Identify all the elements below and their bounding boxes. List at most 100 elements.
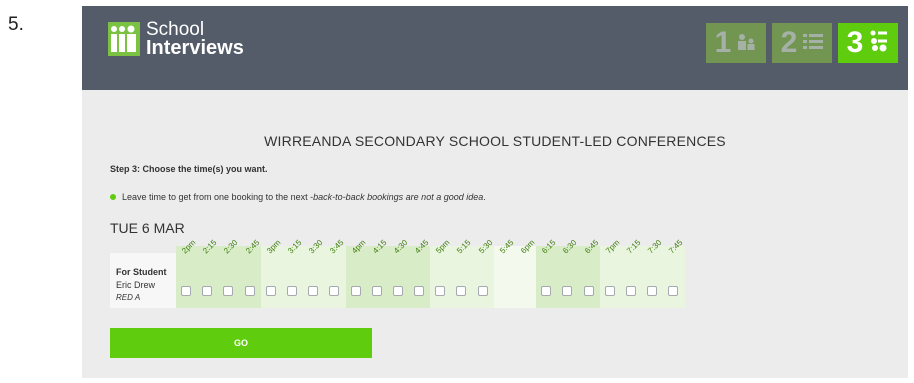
page-title: WIRREANDA SECONDARY SCHOOL STUDENT-LED C… (264, 133, 726, 149)
time-slot-column: 5:15 (451, 238, 473, 308)
time-slot-label: 6:15 (540, 237, 558, 256)
time-slot-checkbox[interactable] (477, 286, 488, 296)
time-slot-column: 7:30 (642, 238, 664, 308)
time-slot-checkbox[interactable] (181, 286, 191, 296)
brand-line2: Interviews (146, 37, 244, 59)
step-3-button[interactable]: 3 (838, 23, 898, 63)
time-slot-grid: For Student Eric Drew RED A 2pm 2:15 2:30 2… (110, 238, 700, 308)
time-slot-checkbox[interactable] (604, 286, 615, 296)
step-2-number: 2 (780, 26, 798, 59)
time-slot-checkbox[interactable] (223, 286, 234, 296)
step-1-button[interactable]: 1 (706, 23, 766, 63)
time-slot-column: 2:30 (218, 238, 240, 308)
time-slot-checkbox[interactable] (625, 286, 636, 296)
time-slot-column: 3:30 (303, 238, 325, 308)
time-slot-label: 7:45 (667, 237, 685, 256)
app-window: School Interviews 1 2 3 WIRREANDA SECOND… (82, 6, 908, 378)
list-icon (803, 26, 824, 60)
time-slot-label: 5:45 (497, 237, 516, 256)
time-slot-column: 2pm (176, 238, 197, 308)
tip-end: . (483, 192, 486, 202)
time-slot-checkbox[interactable] (647, 286, 658, 296)
student-group: RED A (116, 293, 141, 302)
time-slot-label: 4pm (349, 237, 367, 256)
time-slot-label: 7:15 (624, 237, 643, 256)
time-slot-column: 4:15 (366, 238, 388, 308)
time-slot-checkbox[interactable] (562, 286, 573, 296)
time-slot-label: 3:45 (328, 237, 346, 256)
time-slot-label: 6pm (519, 237, 537, 256)
time-slot-column: 3:15 (281, 238, 303, 308)
time-slot-checkbox[interactable] (308, 286, 319, 296)
time-slot-checkbox[interactable] (583, 286, 594, 296)
time-slot-checkbox[interactable] (350, 286, 361, 296)
time-slot-label: 7:30 (646, 237, 664, 256)
time-slot-label: 4:15 (370, 237, 389, 256)
brand-logo[interactable]: School Interviews (108, 20, 244, 58)
tip-text: Leave time to get from one booking to th… (122, 192, 314, 202)
time-slot-column: 2:45 (239, 238, 261, 308)
time-slot-checkbox[interactable] (329, 286, 340, 296)
time-slot-label: 7pm (603, 237, 622, 256)
step-instruction: Step 3: Choose the time(s) you want. (110, 164, 268, 174)
time-slot-label: 6:45 (582, 237, 600, 256)
booking-tip: Leave time to get from one booking to th… (110, 192, 486, 202)
time-slot-checkbox[interactable] (392, 286, 403, 296)
time-slot-column: 4:30 (387, 238, 409, 308)
time-slot-label: 4:45 (413, 237, 431, 256)
student-name: Eric Drew (116, 280, 156, 290)
time-slot-column: 4:45 (409, 238, 430, 308)
time-columns: 2pm 2:15 2:30 2:45 3pm 3:15 3:30 3:45 4pm 4:15 4:3… (176, 238, 685, 308)
people-icon (737, 26, 757, 60)
step-2-button[interactable]: 2 (772, 23, 832, 63)
time-slot-column: 5:30 (472, 238, 494, 308)
time-slot-column: 2:15 (197, 238, 219, 308)
time-slot-checkbox[interactable] (371, 286, 382, 296)
time-slot-column: 7:15 (620, 238, 642, 308)
schedule-date: TUE 6 MAR (110, 220, 185, 236)
time-slot-checkbox[interactable] (265, 286, 276, 296)
time-slot-checkbox[interactable] (286, 286, 297, 296)
time-slot-column: 6pm (515, 238, 536, 308)
progress-steps: 1 2 3 (706, 23, 898, 63)
schedule-icon (869, 26, 889, 60)
time-slot-checkbox[interactable] (202, 286, 213, 296)
time-slot-column: 3:45 (324, 238, 346, 308)
time-slot-label: 2:45 (243, 237, 261, 256)
step-1-number: 1 (714, 26, 732, 59)
time-slot-column: 6:15 (536, 238, 558, 308)
tip-emphasis: back-to-back bookings are not a good ide… (313, 192, 484, 202)
time-slot-column: 5pm (430, 238, 452, 308)
list-step-number: 5. (8, 14, 24, 35)
go-button[interactable]: GO (110, 328, 372, 358)
time-slot-checkbox[interactable] (541, 286, 552, 296)
time-slot-checkbox[interactable] (244, 286, 255, 296)
time-slot-checkbox[interactable] (435, 286, 446, 296)
time-slot-column: 3pm (260, 238, 282, 308)
time-slot-label: 3pm (264, 237, 283, 256)
student-label: For Student (116, 267, 167, 277)
time-slot-label: 5pm (434, 237, 452, 256)
time-slot-label: 2:15 (201, 237, 219, 256)
app-header: School Interviews 1 2 3 (82, 6, 908, 90)
step-3-number: 3 (846, 26, 864, 59)
time-slot-column: 7pm (599, 238, 621, 308)
time-slot-column: 6:30 (557, 238, 579, 308)
time-slot-checkbox[interactable] (414, 286, 425, 296)
time-slot-column: 6:45 (578, 238, 600, 308)
time-slot-label: 3:15 (285, 237, 304, 256)
student-cell: For Student Eric Drew RED A (110, 253, 176, 308)
time-slot-checkbox[interactable] (668, 286, 679, 296)
time-slot-label: 4:30 (391, 237, 410, 256)
time-slot-label: 2:30 (222, 237, 240, 256)
time-slot-label: 2pm (180, 237, 198, 256)
time-slot-column: 7:45 (663, 238, 685, 308)
time-slot-column: 4pm (345, 238, 367, 308)
school-interviews-logo-icon (108, 20, 140, 58)
time-slot-label: 5:30 (476, 237, 495, 256)
time-slot-label: 5:15 (455, 237, 473, 256)
time-slot-label: 6:30 (561, 237, 579, 256)
time-slot-checkbox[interactable] (456, 286, 467, 296)
bullet-dot-icon (110, 194, 116, 200)
time-slot-column: 5:45 (493, 238, 515, 308)
